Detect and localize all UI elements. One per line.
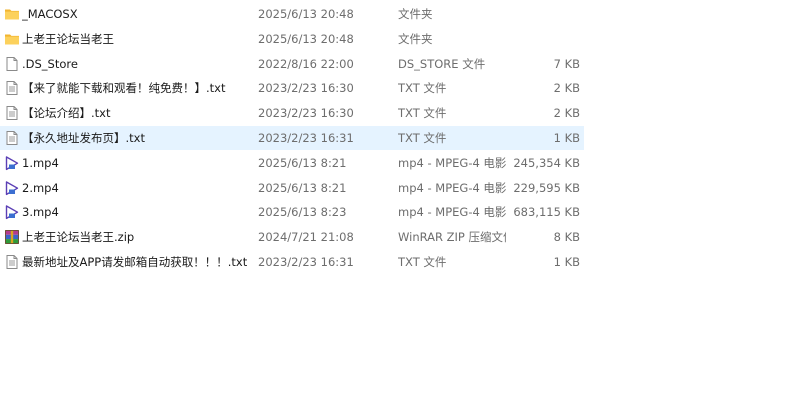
- file-modified-date: 2025/6/13 20:48: [258, 7, 354, 21]
- file-row[interactable]: 上老王论坛当老王 2025/6/13 20:48 文件夹: [0, 27, 584, 51]
- file-icon-cell: [4, 76, 20, 100]
- file-row[interactable]: _MACOSX 2025/6/13 20:48 文件夹: [0, 2, 584, 26]
- video-file-icon: [4, 155, 20, 171]
- file-row[interactable]: .DS_Store 2022/8/16 22:00 DS_STORE 文件 7 KB: [0, 52, 584, 76]
- video-file-icon: [4, 204, 20, 220]
- generic-file-icon: [4, 56, 20, 72]
- file-name: _MACOSX: [22, 7, 78, 21]
- file-type: 文件夹: [398, 31, 433, 46]
- file-row[interactable]: 2.mp4 2025/6/13 8:21 mp4 - MPEG-4 电影... 229…: [0, 176, 584, 200]
- file-name: 【来了就能下载和观看！纯免费！】.txt: [22, 81, 226, 96]
- file-row[interactable]: 【永久地址发布页】.txt 2023/2/23 16:31 TXT 文件 1 KB: [0, 126, 584, 150]
- text-file-icon: [4, 130, 20, 146]
- file-type: WinRAR ZIP 压缩文件: [398, 230, 506, 245]
- file-icon-cell: [4, 176, 20, 200]
- file-size: [506, 2, 580, 26]
- file-size: [506, 27, 580, 51]
- file-modified-date: 2025/6/13 8:23: [258, 205, 347, 220]
- file-row[interactable]: 最新地址及APP请发邮箱自动获取！！！.txt 2023/2/23 16:31 TX…: [0, 250, 584, 274]
- file-name: 3.mp4: [22, 205, 59, 220]
- file-name: 1.mp4: [22, 155, 59, 170]
- file-row[interactable]: 上老王论坛当老王.zip 2024/7/21 21:08 WinRAR ZIP 压缩…: [0, 225, 584, 249]
- file-row[interactable]: 【来了就能下载和观看！纯免费！】.txt 2023/2/23 16:30 TXT 文…: [0, 76, 584, 100]
- file-size: 229,595 KB: [513, 180, 580, 195]
- file-name: 上老王论坛当老王.zip: [22, 230, 135, 245]
- file-modified-date: 2023/2/23 16:31: [258, 131, 354, 145]
- file-size: 683,115 KB: [513, 205, 580, 220]
- folder-icon: [4, 31, 20, 47]
- file-size: 1 KB: [553, 131, 580, 145]
- file-icon-cell: [4, 225, 20, 249]
- video-file-icon: [4, 180, 20, 196]
- file-size: 2 KB: [553, 81, 580, 96]
- file-icon-cell: [4, 101, 20, 125]
- file-size: 2 KB: [553, 106, 580, 121]
- file-icon-cell: [4, 27, 20, 51]
- file-modified-date: 2025/6/13 8:21: [258, 155, 347, 170]
- file-size: 245,354 KB: [513, 155, 580, 170]
- file-type: mp4 - MPEG-4 电影...: [398, 205, 506, 220]
- file-icon-cell: [4, 52, 20, 76]
- file-type: TXT 文件: [398, 255, 447, 269]
- file-icon-cell: [4, 2, 20, 26]
- file-modified-date: 2025/6/13 20:48: [258, 31, 354, 46]
- file-modified-date: 2025/6/13 8:21: [258, 180, 347, 195]
- file-type: TXT 文件: [398, 81, 447, 96]
- folder-icon: [4, 6, 20, 22]
- file-type: DS_STORE 文件: [398, 56, 486, 71]
- file-row[interactable]: 【论坛介绍】.txt 2023/2/23 16:30 TXT 文件 2 KB: [0, 101, 584, 125]
- file-size: 8 KB: [553, 230, 580, 245]
- file-modified-date: 2022/8/16 22:00: [258, 56, 354, 71]
- file-type: 文件夹: [398, 7, 433, 21]
- file-icon-cell: [4, 250, 20, 274]
- winrar-archive-icon: [4, 229, 20, 245]
- file-name: 【论坛介绍】.txt: [22, 106, 111, 121]
- file-size: 7 KB: [553, 56, 580, 71]
- file-name: 最新地址及APP请发邮箱自动获取！！！.txt: [22, 255, 248, 269]
- text-file-icon: [4, 105, 20, 121]
- file-type: mp4 - MPEG-4 电影...: [398, 180, 506, 195]
- file-size: 1 KB: [553, 255, 580, 269]
- file-modified-date: 2023/2/23 16:30: [258, 81, 354, 96]
- file-name: 上老王论坛当老王: [22, 31, 114, 46]
- text-file-icon: [4, 254, 20, 270]
- file-type: TXT 文件: [398, 106, 447, 121]
- file-modified-date: 2024/7/21 21:08: [258, 230, 354, 245]
- file-modified-date: 2023/2/23 16:31: [258, 255, 354, 269]
- file-name: 【永久地址发布页】.txt: [22, 131, 145, 145]
- file-type: TXT 文件: [398, 131, 447, 145]
- file-icon-cell: [4, 200, 20, 224]
- file-icon-cell: [4, 151, 20, 175]
- file-row[interactable]: 3.mp4 2025/6/13 8:23 mp4 - MPEG-4 电影... 683…: [0, 200, 584, 224]
- file-type: mp4 - MPEG-4 电影...: [398, 155, 506, 170]
- file-modified-date: 2023/2/23 16:30: [258, 106, 354, 121]
- file-row[interactable]: 1.mp4 2025/6/13 8:21 mp4 - MPEG-4 电影... 245…: [0, 151, 584, 175]
- file-name: .DS_Store: [22, 56, 78, 71]
- file-icon-cell: [4, 126, 20, 150]
- text-file-icon: [4, 80, 20, 96]
- file-name: 2.mp4: [22, 180, 59, 195]
